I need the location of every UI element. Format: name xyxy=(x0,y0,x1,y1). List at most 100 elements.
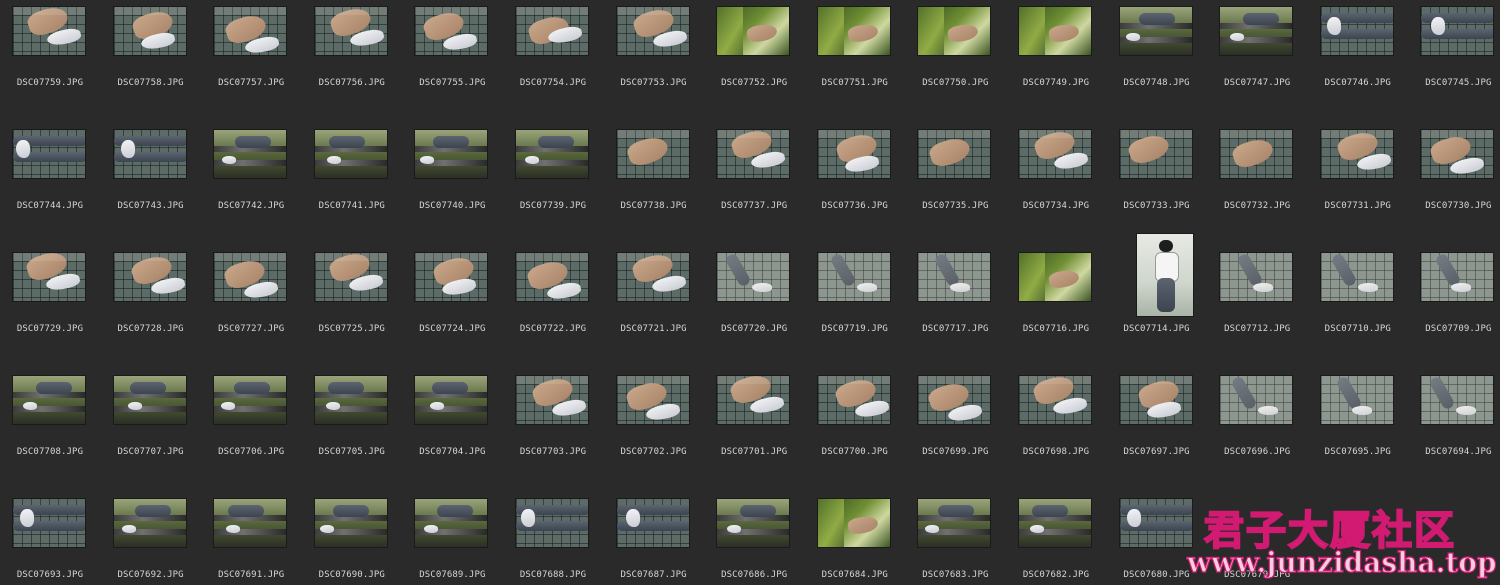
file-item[interactable]: DSC07694.JPG xyxy=(1408,369,1500,479)
file-item[interactable]: DSC07722.JPG xyxy=(503,246,603,356)
file-item[interactable]: DSC07690.JPG xyxy=(302,492,402,585)
file-thumbnail[interactable] xyxy=(1420,375,1495,425)
file-thumbnail[interactable] xyxy=(1118,375,1193,425)
file-item[interactable]: DSC07696.JPG xyxy=(1207,369,1307,479)
file-item[interactable]: DSC07691.JPG xyxy=(201,492,301,585)
file-item[interactable] xyxy=(1408,492,1500,585)
file-thumbnail[interactable] xyxy=(1018,498,1092,548)
file-thumbnail[interactable] xyxy=(1319,6,1394,56)
file-item[interactable]: DSC07705.JPG xyxy=(302,369,402,479)
file-thumbnail[interactable] xyxy=(615,6,690,56)
file-thumbnail[interactable] xyxy=(1018,6,1092,56)
file-thumbnail[interactable] xyxy=(213,375,288,425)
file-thumbnail[interactable] xyxy=(1319,252,1394,302)
file-item[interactable]: DSC07737.JPG xyxy=(704,123,804,233)
file-thumbnail[interactable] xyxy=(515,375,589,425)
file-item[interactable]: DSC07689.JPG xyxy=(402,492,502,585)
file-item[interactable]: DSC07702.JPG xyxy=(604,369,704,479)
file-item[interactable]: DSC07695.JPG xyxy=(1308,369,1408,479)
file-thumbnail[interactable] xyxy=(213,498,288,548)
file-thumbnail[interactable] xyxy=(1118,129,1193,179)
file-thumbnail[interactable] xyxy=(213,6,288,56)
file-item[interactable]: DSC07709.JPG xyxy=(1408,246,1500,356)
file-item[interactable]: DSC07706.JPG xyxy=(201,369,301,479)
file-thumbnail[interactable] xyxy=(1219,129,1294,179)
file-item[interactable]: DSC07701.JPG xyxy=(704,369,804,479)
file-thumbnail[interactable] xyxy=(1118,498,1193,548)
file-thumbnail[interactable] xyxy=(1420,129,1495,179)
file-item[interactable]: DSC07686.JPG xyxy=(704,492,804,585)
file-item[interactable]: DSC07680.JPG xyxy=(1107,492,1207,585)
file-thumbnail[interactable] xyxy=(816,375,891,425)
file-item[interactable]: DSC07707.JPG xyxy=(101,369,201,479)
file-thumbnail[interactable] xyxy=(816,6,891,56)
file-item[interactable]: DSC07739.JPG xyxy=(503,123,603,233)
file-item[interactable]: DSC07698.JPG xyxy=(1006,369,1106,479)
file-thumbnail[interactable] xyxy=(1018,375,1092,425)
file-thumbnail[interactable] xyxy=(716,6,791,56)
file-item[interactable]: DSC07679.JPG xyxy=(1207,492,1307,585)
file-thumbnail[interactable] xyxy=(1219,252,1294,302)
file-item[interactable]: DSC07757.JPG xyxy=(201,0,301,110)
file-item[interactable]: DSC07751.JPG xyxy=(805,0,905,110)
file-thumbnail[interactable] xyxy=(313,6,388,56)
file-thumbnail[interactable] xyxy=(1018,252,1092,302)
file-item[interactable]: DSC07714.JPG xyxy=(1107,233,1207,356)
file-item[interactable]: DSC07747.JPG xyxy=(1207,0,1307,110)
file-item[interactable]: DSC07716.JPG xyxy=(1006,246,1106,356)
file-item[interactable]: DSC07743.JPG xyxy=(101,123,201,233)
file-item[interactable]: DSC07755.JPG xyxy=(402,0,502,110)
file-thumbnail[interactable] xyxy=(615,375,690,425)
file-item[interactable]: DSC07745.JPG xyxy=(1408,0,1500,110)
file-item[interactable]: DSC07724.JPG xyxy=(402,246,502,356)
file-thumbnail[interactable] xyxy=(112,375,187,425)
file-thumbnail[interactable] xyxy=(515,498,589,548)
file-item[interactable]: DSC07746.JPG xyxy=(1308,0,1408,110)
file-item[interactable]: DSC07712.JPG xyxy=(1207,246,1307,356)
file-thumbnail[interactable] xyxy=(615,498,690,548)
file-thumbnail[interactable] xyxy=(12,375,86,425)
file-item[interactable]: DSC07758.JPG xyxy=(101,0,201,110)
file-thumbnail[interactable] xyxy=(1319,375,1394,425)
file-item[interactable]: DSC07729.JPG xyxy=(0,246,100,356)
file-item[interactable]: DSC07741.JPG xyxy=(302,123,402,233)
file-item[interactable]: DSC07704.JPG xyxy=(402,369,502,479)
file-item[interactable]: DSC07754.JPG xyxy=(503,0,603,110)
file-item[interactable]: DSC07728.JPG xyxy=(101,246,201,356)
file-thumbnail[interactable] xyxy=(716,498,791,548)
file-item[interactable]: DSC07717.JPG xyxy=(905,246,1005,356)
file-thumbnail[interactable] xyxy=(12,6,86,56)
file-item[interactable]: DSC07697.JPG xyxy=(1107,369,1207,479)
file-thumbnail[interactable] xyxy=(515,6,589,56)
file-item[interactable]: DSC07735.JPG xyxy=(905,123,1005,233)
file-item[interactable]: DSC07734.JPG xyxy=(1006,123,1106,233)
file-item[interactable]: DSC07708.JPG xyxy=(0,369,100,479)
file-item[interactable]: DSC07730.JPG xyxy=(1408,123,1500,233)
file-thumbnail[interactable] xyxy=(1319,129,1394,179)
file-thumbnail[interactable] xyxy=(12,252,86,302)
file-item[interactable]: DSC07740.JPG xyxy=(402,123,502,233)
file-thumbnail[interactable] xyxy=(917,252,992,302)
file-item[interactable]: DSC07756.JPG xyxy=(302,0,402,110)
file-item[interactable]: DSC07749.JPG xyxy=(1006,0,1106,110)
file-thumbnail[interactable] xyxy=(1420,252,1495,302)
file-thumbnail[interactable] xyxy=(615,129,690,179)
file-item[interactable]: DSC07700.JPG xyxy=(805,369,905,479)
file-thumbnail[interactable] xyxy=(213,252,288,302)
file-item[interactable]: DSC07733.JPG xyxy=(1107,123,1207,233)
file-thumbnail[interactable] xyxy=(515,129,589,179)
file-item[interactable]: DSC07753.JPG xyxy=(604,0,704,110)
file-thumbnail[interactable] xyxy=(1118,6,1193,56)
file-thumbnail[interactable] xyxy=(313,498,388,548)
file-thumbnail[interactable] xyxy=(414,129,489,179)
file-thumbnail[interactable] xyxy=(213,129,288,179)
file-item[interactable]: DSC07693.JPG xyxy=(0,492,100,585)
file-item[interactable]: DSC07750.JPG xyxy=(905,0,1005,110)
file-thumbnail[interactable] xyxy=(112,252,187,302)
file-thumbnail[interactable] xyxy=(716,252,791,302)
file-thumbnail[interactable] xyxy=(414,498,489,548)
file-thumbnail[interactable] xyxy=(112,498,187,548)
file-thumbnail[interactable] xyxy=(615,252,690,302)
file-thumbnail[interactable] xyxy=(112,129,187,179)
file-item[interactable]: DSC07727.JPG xyxy=(201,246,301,356)
